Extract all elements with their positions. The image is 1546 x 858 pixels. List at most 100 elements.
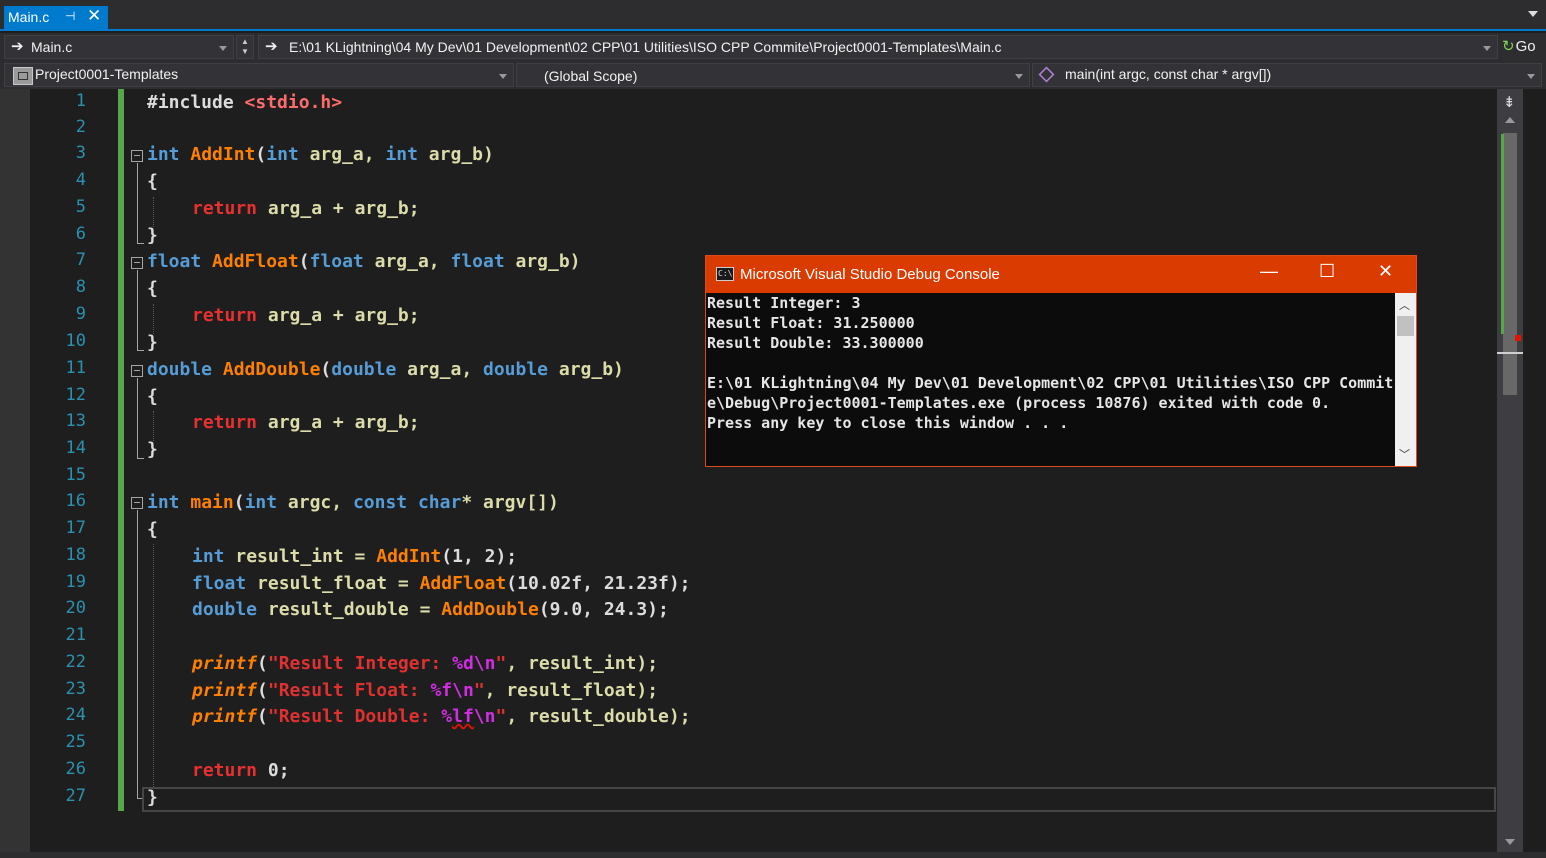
tab-overflow-chevron-down-icon[interactable]: [1528, 11, 1538, 17]
line-number: 12: [65, 385, 86, 405]
current-line-highlight: [142, 787, 1496, 812]
code-line-12: {: [147, 386, 158, 407]
code-line-13: return arg_a + arg_b;: [192, 412, 420, 433]
maximize-button[interactable]: ☐: [1319, 261, 1335, 282]
function-cube-icon: [1038, 66, 1055, 83]
code-line-17: {: [147, 519, 158, 540]
tab-title: Main.c: [8, 9, 50, 25]
collapse-addfloat-icon[interactable]: [131, 257, 143, 269]
console-app-icon: C:\: [716, 267, 734, 281]
code-line-24: printf("Result Double: %lf\n", result_do…: [192, 706, 691, 727]
line-number: 16: [65, 491, 86, 511]
pin-icon[interactable]: ⊣: [65, 9, 75, 23]
code-line-19: float result_float = AddFloat(10.02f, 21…: [192, 573, 691, 594]
line-number: 13: [65, 411, 86, 431]
caret-position-marker: [1497, 352, 1523, 354]
minimize-button[interactable]: —: [1260, 261, 1278, 282]
code-line-5: return arg_a + arg_b;: [192, 198, 420, 219]
collapse-main-icon[interactable]: [131, 497, 143, 509]
chevron-down-icon: [1527, 74, 1535, 79]
scope-combo[interactable]: (Global Scope): [516, 63, 1030, 87]
chevron-down-icon: [1015, 74, 1023, 79]
console-title: Microsoft Visual Studio Debug Console: [740, 266, 1000, 283]
project-combo[interactable]: Project0001-Templates: [4, 63, 514, 87]
close-button[interactable]: ✕: [1378, 261, 1393, 282]
line-number: 22: [65, 652, 86, 672]
line-number: 14: [65, 438, 86, 458]
line-number: 25: [65, 732, 86, 752]
code-line-3: int AddInt(int arg_a, int arg_b): [147, 144, 494, 165]
arrow-right-icon: ➔: [265, 38, 278, 55]
line-number: 1: [75, 91, 86, 111]
indent-guide: [153, 544, 154, 787]
line-number: 7: [75, 250, 86, 270]
code-line-27: }: [147, 787, 158, 808]
line-number: 19: [65, 572, 86, 592]
format-warning-squiggle: lf: [452, 706, 474, 727]
split-editor-icon[interactable]: ⇟: [1503, 93, 1516, 111]
console-line: Press any key to close this window . . .: [707, 414, 1069, 432]
left-margin-strip: [0, 89, 30, 858]
close-tab-icon[interactable]: ✕: [87, 6, 101, 26]
code-line-26: return 0;: [192, 760, 290, 781]
console-scrollbar[interactable]: ︿ ﹀: [1395, 293, 1416, 466]
change-tracking-bar: [118, 89, 124, 811]
console-line: Result Float: 31.250000: [707, 314, 915, 332]
code-line-1: #include <stdio.h>: [147, 92, 343, 113]
go-button[interactable]: ↻Go: [1502, 37, 1536, 55]
line-number: 27: [65, 786, 86, 806]
scope-combo-value: (Global Scope): [544, 68, 638, 84]
code-line-16: int main(int argc, const char* argv[]): [147, 492, 559, 513]
debug-console-window[interactable]: C:\ Microsoft Visual Studio Debug Consol…: [705, 255, 1417, 467]
file-navigation-bar: ➔ Main.c ▲ ▼ ➔ E:\01 KLightning\04 My Dev…: [0, 33, 1546, 61]
member-combo-value: main(int argc, const char * argv[]): [1065, 66, 1272, 82]
line-number: 11: [65, 358, 86, 378]
collapse-addint-icon[interactable]: [131, 150, 143, 162]
go-label: Go: [1515, 38, 1536, 55]
scroll-down-arrow-icon[interactable]: ﹀: [1399, 446, 1410, 462]
file-combo[interactable]: ➔ Main.c: [4, 35, 234, 59]
console-title-bar[interactable]: C:\ Microsoft Visual Studio Debug Consol…: [706, 256, 1416, 293]
collapse-adddouble-icon[interactable]: [131, 365, 143, 377]
code-editor[interactable]: 1 2 3 4 5 6 7 8 9 10 11 12 13 14 15 16 17 18 19 20 21 22 23 24 2…: [0, 89, 1546, 858]
scroll-thumb[interactable]: [1503, 133, 1517, 395]
console-scroll-thumb[interactable]: [1397, 316, 1414, 336]
line-number: 17: [65, 518, 86, 538]
bottom-status-strip: [0, 852, 1546, 858]
line-number: 3: [75, 143, 86, 163]
code-line-23: printf("Result Float: %f\n", result_floa…: [192, 680, 659, 701]
code-line-14: }: [147, 439, 158, 460]
code-line-11: double AddDouble(double arg_a, double ar…: [147, 359, 624, 380]
console-line: E:\01 KLightning\04 My Dev\01 Developmen…: [707, 374, 1394, 392]
chevron-down-icon: [499, 74, 507, 79]
file-updown-button[interactable]: ▲ ▼: [236, 35, 254, 59]
line-number: 4: [75, 170, 86, 190]
code-line-7: float AddFloat(float arg_a, float arg_b): [147, 251, 581, 272]
vertical-scrollbar[interactable]: ⇟: [1497, 89, 1523, 858]
member-combo[interactable]: main(int argc, const char * argv[]): [1032, 63, 1542, 87]
code-line-22: printf("Result Integer: %d\n", result_in…: [192, 653, 659, 674]
fold-line: [137, 270, 138, 350]
tab-main-c[interactable]: Main.c ⊣ ✕: [4, 6, 108, 29]
arrow-right-icon: ➔: [11, 38, 24, 55]
fold-end: [137, 458, 144, 459]
file-combo-value: Main.c: [31, 39, 73, 55]
scroll-down-arrow-icon[interactable]: [1505, 839, 1515, 845]
line-number: 24: [65, 705, 86, 725]
scroll-up-arrow-icon[interactable]: ︿: [1399, 297, 1410, 313]
scroll-up-arrow-icon[interactable]: [1505, 117, 1515, 123]
line-number: 10: [65, 331, 86, 351]
scope-navigation-bar: Project0001-Templates (Global Scope) mai…: [0, 61, 1546, 89]
change-marker: [1501, 134, 1504, 334]
code-line-8: {: [147, 278, 158, 299]
go-refresh-icon: ↻: [1502, 38, 1515, 55]
line-number: 23: [65, 679, 86, 699]
line-number: 8: [75, 277, 86, 297]
path-combo[interactable]: ➔ E:\01 KLightning\04 My Dev\01 Developm…: [258, 35, 1498, 59]
error-marker: [1515, 335, 1521, 341]
code-line-18: int result_int = AddInt(1, 2);: [192, 546, 518, 567]
code-line-20: double result_double = AddDouble(9.0, 24…: [192, 599, 669, 620]
project-icon: [13, 67, 33, 85]
line-number: 5: [75, 197, 86, 217]
console-output[interactable]: Result Integer: 3 Result Float: 31.25000…: [706, 293, 1394, 466]
